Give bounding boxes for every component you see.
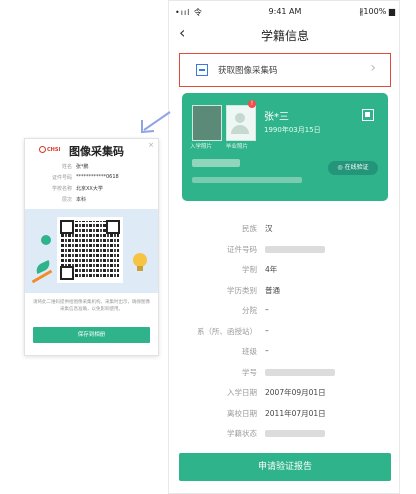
save-to-album-button[interactable]: 保存到相册 bbox=[33, 327, 150, 343]
detail-row: 证件号码 bbox=[169, 240, 399, 260]
detail-row: 离校日期 2011年07月01日 bbox=[169, 404, 399, 424]
battery-icon: ∦100% ▆ bbox=[359, 7, 395, 16]
detail-row: 分院 – bbox=[169, 301, 399, 321]
student-name: 张*三 bbox=[264, 112, 289, 123]
detail-value: – bbox=[265, 346, 269, 355]
get-collection-code-row[interactable]: 获取图像采集码 › bbox=[179, 53, 391, 87]
popup-info-key: 层次 bbox=[61, 197, 72, 203]
detail-row: 学制 4年 bbox=[169, 260, 399, 280]
detail-value: 普通 bbox=[265, 285, 280, 295]
qr-finder-pattern bbox=[60, 220, 74, 234]
major-redacted bbox=[192, 177, 302, 183]
detail-key: 分院 bbox=[242, 306, 257, 315]
lightbulb-base bbox=[137, 266, 143, 271]
detail-value-redacted bbox=[265, 245, 325, 253]
popup-info-value: 本科 bbox=[76, 197, 87, 203]
detail-key: 民族 bbox=[242, 224, 257, 233]
pointer-arrow-icon bbox=[141, 111, 171, 134]
chevron-right-icon: › bbox=[370, 60, 376, 76]
lightbulb-icon bbox=[133, 253, 147, 267]
detail-row: 民族汉 bbox=[169, 219, 399, 239]
graduation-photo[interactable] bbox=[226, 105, 256, 141]
enrollment-photo[interactable] bbox=[192, 105, 222, 141]
detail-key: 班级 bbox=[242, 347, 257, 356]
popup-info-key: 姓名 bbox=[61, 164, 72, 170]
detail-row: 学籍状态 bbox=[169, 424, 399, 444]
chsi-logo-icon bbox=[39, 146, 46, 153]
detail-value-redacted bbox=[265, 430, 325, 437]
detail-row: 系（所、函授站） – bbox=[169, 322, 399, 342]
detail-key: 学制 bbox=[242, 265, 257, 274]
close-icon[interactable]: × bbox=[148, 141, 154, 149]
detail-key: 学籍状态 bbox=[227, 429, 257, 438]
school-name-redacted bbox=[192, 159, 240, 167]
detail-key: 系（所、函授站） bbox=[197, 326, 257, 336]
popup-info-key: 学校名称 bbox=[51, 186, 72, 192]
detail-key: 学历类别 bbox=[227, 285, 257, 295]
gear-decoration-icon bbox=[41, 235, 51, 245]
detail-key: 学号 bbox=[242, 367, 257, 377]
popup-info-value: ************0618 bbox=[76, 174, 119, 180]
detail-row: 班级 – bbox=[169, 342, 399, 362]
detail-value: 2011年07月01日 bbox=[265, 408, 326, 418]
nav-bar: ‹ 学籍信息 bbox=[169, 21, 399, 47]
qr-finder-pattern bbox=[60, 266, 74, 280]
collection-code-label: 获取图像采集码 bbox=[218, 66, 278, 76]
detail-value-redacted bbox=[265, 368, 335, 376]
detail-row: 入学日期 2007年09月01日 bbox=[169, 383, 399, 403]
collection-code-popup: × CHSI 图像采集码 姓名 张*鹏 证件号码 ************0618 学校… bbox=[24, 138, 159, 356]
detail-value: 4年 bbox=[265, 265, 278, 274]
detail-key: 证件号码 bbox=[227, 244, 257, 254]
popup-tip-text: 请将此二维码提供给图像采集机构，采集时出示，确保图像采集信息准确，以免影响使用。 bbox=[33, 300, 150, 312]
detail-key: 离校日期 bbox=[227, 408, 257, 418]
qr-scan-icon bbox=[196, 64, 208, 76]
detail-row: 学历类别 普通 bbox=[169, 281, 399, 301]
page-title: 学籍信息 bbox=[260, 29, 309, 43]
status-bar: •ııl 令 9:41 AM ∦100% ▆ bbox=[169, 1, 399, 21]
student-status-card: ! 入学照片 毕业照片 张*三 1990年03月15日 ◎ 在线验证 bbox=[182, 93, 388, 201]
popup-info-key: 证件号码 bbox=[51, 175, 72, 181]
detail-row: 学号 bbox=[169, 363, 399, 383]
qr-finder-pattern bbox=[106, 220, 120, 234]
brand-label: CHSI bbox=[47, 147, 61, 153]
detail-value: 汉 bbox=[265, 224, 273, 233]
detail-value: – bbox=[265, 305, 269, 314]
popup-info-value: 北京XX大学 bbox=[76, 186, 103, 192]
avatar-placeholder-icon bbox=[235, 113, 245, 123]
phone-screen: •ııl 令 9:41 AM ∦100% ▆ ‹ 学籍信息 获取图像采集码 › … bbox=[168, 0, 400, 494]
popup-info-value: 张*鹏 bbox=[76, 164, 89, 170]
detail-value: 2007年09月01日 bbox=[265, 388, 326, 397]
graduation-photo-label: 毕业照片 bbox=[226, 144, 249, 150]
apply-report-button[interactable]: 申请验证报告 bbox=[179, 453, 391, 481]
qr-code-icon[interactable] bbox=[362, 109, 374, 121]
alert-badge: ! bbox=[248, 100, 256, 108]
detail-value: – bbox=[265, 325, 269, 335]
student-birthdate: 1990年03月15日 bbox=[264, 126, 321, 134]
enrollment-photo-label: 入学照片 bbox=[190, 144, 213, 150]
online-verify-button[interactable]: ◎ 在线验证 bbox=[328, 161, 378, 175]
popup-title: 图像采集码 bbox=[69, 145, 124, 158]
detail-key: 入学日期 bbox=[227, 388, 257, 397]
